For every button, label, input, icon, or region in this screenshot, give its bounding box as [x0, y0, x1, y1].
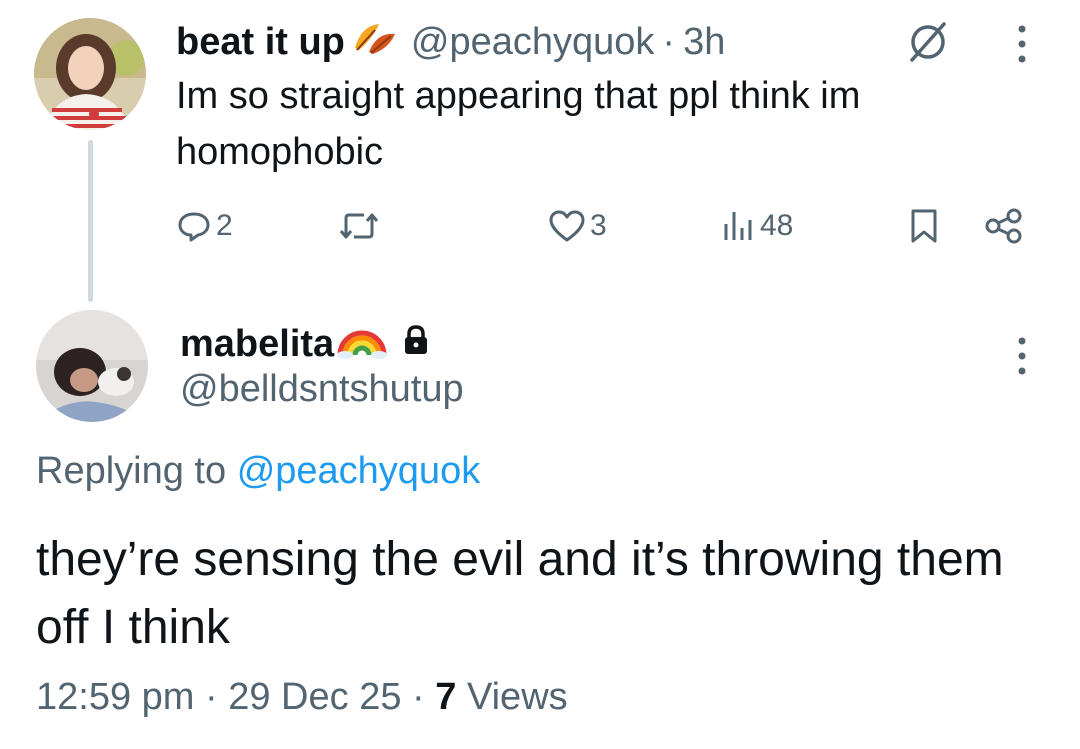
parent-meta-separator: · — [662, 20, 676, 63]
meta-separator-2: · — [412, 676, 425, 718]
parent-tweet-header: beat it up @peachyquok · 3h — [176, 16, 725, 68]
grok-icon[interactable] — [906, 20, 950, 69]
heart-icon — [549, 210, 585, 242]
reply-meta-line: 12:59 pm · 29 Dec 25 · 7 Views — [36, 676, 568, 719]
reply-date[interactable]: 29 Dec 25 — [228, 676, 401, 718]
like-count: 3 — [590, 209, 607, 242]
reply-avatar[interactable] — [36, 310, 148, 422]
views-button[interactable]: 48 — [722, 198, 793, 254]
reply-time[interactable]: 12:59 pm — [36, 676, 194, 718]
reply-button[interactable]: 2 — [176, 198, 233, 254]
repost-button[interactable] — [338, 198, 384, 254]
parent-avatar[interactable] — [34, 18, 146, 130]
bookmark-icon — [911, 209, 937, 243]
views-icon — [724, 212, 752, 240]
bookmark-button[interactable] — [908, 198, 940, 254]
parent-handle[interactable]: @peachyquok — [411, 21, 655, 64]
reply-tweet-text: they’re sensing the evil and it’s throwi… — [36, 533, 1004, 654]
reply-name-row: mabelita — [180, 318, 430, 370]
thread-connector-line — [88, 140, 93, 302]
meta-separator-1: · — [205, 676, 218, 718]
parent-tweet-text: Im so straight appearing that ppl think … — [176, 75, 861, 173]
reply-display-name[interactable]: mabelita — [180, 323, 334, 366]
share-button[interactable] — [984, 198, 1024, 254]
replying-to-mention[interactable]: @peachyquok — [237, 450, 481, 492]
reply-views-label: Views — [466, 676, 568, 718]
parent-action-bar: 2 3 48 — [176, 198, 1036, 254]
share-icon — [985, 208, 1022, 244]
reply-handle[interactable]: @belldsntshutup — [180, 368, 464, 411]
like-button[interactable]: 3 — [548, 198, 607, 254]
parent-time[interactable]: 3h — [683, 21, 725, 64]
repost-icon — [339, 213, 379, 239]
replying-to-line: Replying to @peachyquok — [36, 450, 480, 493]
reply-views-count: 7 — [435, 676, 457, 718]
reply-icon — [178, 212, 210, 242]
views-count: 48 — [760, 209, 794, 242]
rainbow-emoji — [336, 319, 388, 369]
reply-more-options-icon[interactable] — [1014, 336, 1030, 381]
parent-display-name[interactable]: beat it up — [176, 21, 345, 64]
reply-count: 2 — [216, 209, 233, 242]
fallen-leaf-emoji — [351, 18, 399, 66]
parent-more-options-icon[interactable] — [1014, 24, 1030, 69]
lock-icon — [402, 323, 430, 366]
replying-to-label: Replying to — [36, 450, 227, 492]
